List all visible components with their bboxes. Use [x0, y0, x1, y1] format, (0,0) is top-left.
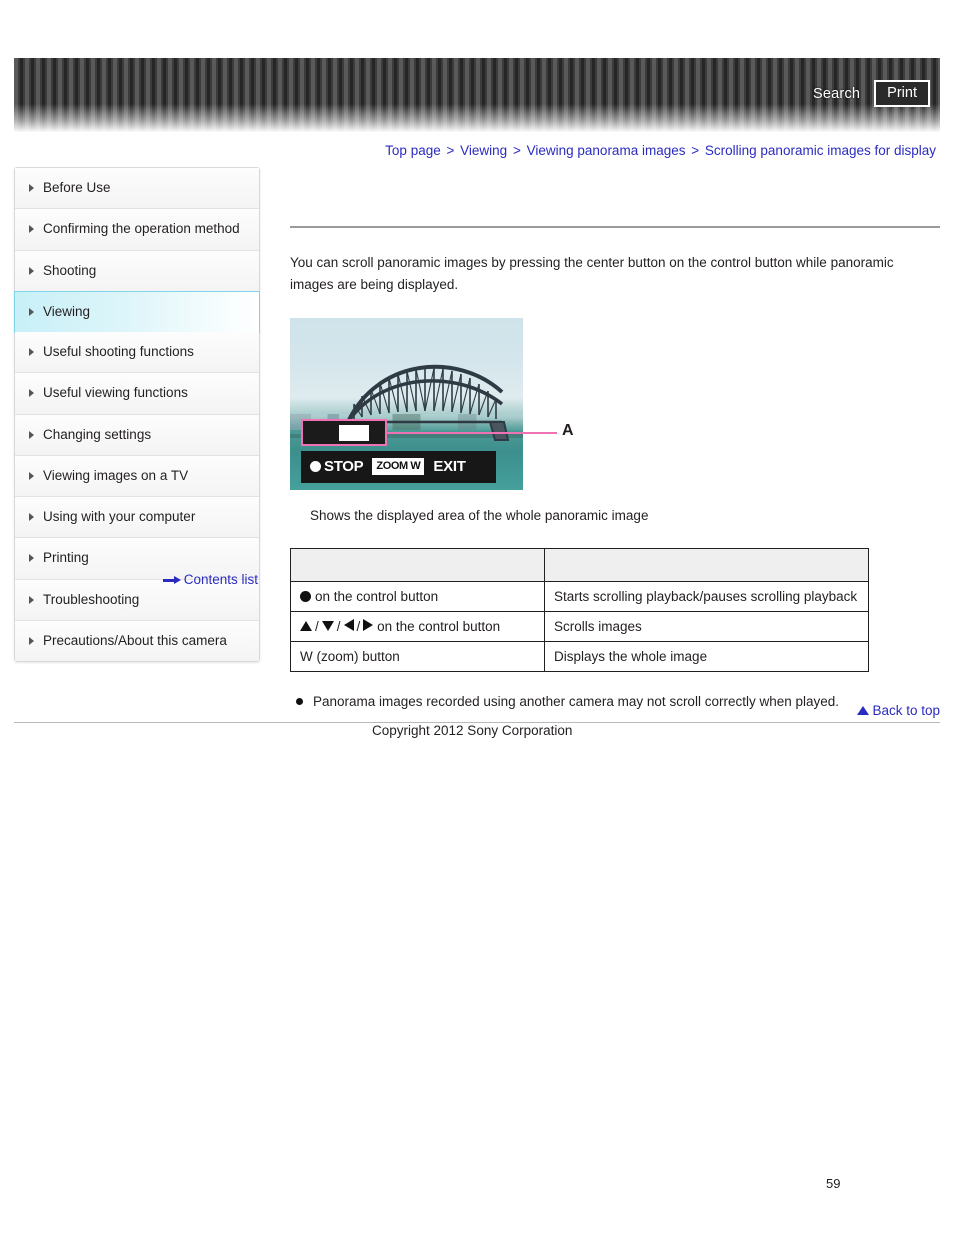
- controls-table: on the control button Starts scrolling p…: [290, 547, 869, 672]
- table-row: on the control button Starts scrolling p…: [290, 580, 869, 612]
- intro-paragraph: You can scroll panoramic images by press…: [290, 255, 894, 292]
- sidebar-item-before-use[interactable]: Before Use: [15, 168, 259, 210]
- osd-stop-control[interactable]: STOP: [310, 458, 364, 476]
- back-to-top-link[interactable]: Back to top: [857, 703, 940, 718]
- sidebar-item-label: Printing: [43, 550, 89, 566]
- arrow-right-icon: [162, 576, 181, 584]
- chevron-right-icon: [29, 471, 34, 480]
- contents-list-label: Contents list: [183, 572, 258, 587]
- figure-caption: Shows the displayed area of the whole pa…: [310, 507, 649, 523]
- chevron-right-icon: [29, 307, 34, 316]
- sidebar-item-label: Useful shooting functions: [43, 344, 194, 359]
- sidebar-item-viewing[interactable]: Viewing: [14, 290, 260, 333]
- contents-list-link-wrap: Contents list: [0, 572, 258, 587]
- chevron-right-icon: [29, 554, 34, 563]
- table-row: W (zoom) button Displays the whole image: [290, 640, 869, 672]
- breadcrumb-separator: >: [446, 143, 455, 158]
- chevron-right-icon: [29, 225, 34, 234]
- sidebar-item-changing-settings[interactable]: Changing settings: [15, 414, 259, 456]
- sidebar-item-label: Shooting: [43, 262, 97, 278]
- breadcrumb: Top page > Viewing > Viewing panorama im…: [385, 143, 936, 158]
- table-separator: /: [315, 618, 319, 634]
- back-to-top-wrap: Back to top: [290, 703, 940, 718]
- sidebar-item-useful-shooting-functions[interactable]: Useful shooting functions: [15, 332, 259, 374]
- figure-panoramic-scroll: STOP ZOOM W EXIT A: [290, 317, 630, 496]
- table-separator: /: [336, 618, 341, 634]
- sidebar-item-using-with-your-computer[interactable]: Using with your computer: [15, 497, 259, 539]
- on-screen-control-bar: STOP ZOOM W EXIT: [301, 450, 496, 483]
- photo-bridge: STOP ZOOM W EXIT: [290, 317, 523, 490]
- chevron-right-icon: [29, 348, 34, 357]
- callout-leader-line: [387, 431, 557, 434]
- table-cell-operation-label: on the control button: [377, 618, 501, 634]
- sidebar-item-confirming-the-operation-method[interactable]: Confirming the operation method: [15, 209, 259, 251]
- sidebar-item-label: Useful viewing functions: [43, 385, 188, 401]
- callout-label-a: A: [562, 421, 574, 439]
- table-cell-operation: / / / on the control button: [290, 610, 545, 642]
- table-cell-result: Displays the whole image: [544, 640, 869, 672]
- chevron-right-icon: [29, 513, 34, 522]
- table-separator: /: [356, 618, 361, 634]
- table-header-result: [544, 547, 869, 582]
- back-to-top-label: Back to top: [872, 703, 940, 718]
- sidebar-navigation: Before Use Confirming the operation meth…: [14, 167, 260, 662]
- arrow-right-icon: [363, 618, 374, 631]
- print-button[interactable]: Print: [874, 80, 930, 108]
- table-cell-operation-label: on the control button: [315, 588, 439, 604]
- sidebar-item-useful-viewing-functions[interactable]: Useful viewing functions: [15, 373, 259, 415]
- page-number: 59: [826, 1176, 841, 1191]
- chevron-right-icon: [29, 595, 34, 604]
- sidebar-item-label: Viewing images on a TV: [43, 467, 189, 483]
- chevron-right-icon: [29, 266, 34, 275]
- circle-button-icon: [310, 461, 321, 473]
- breadcrumb-item-viewing-panorama-images[interactable]: Viewing panorama images: [527, 143, 686, 158]
- breadcrumb-item-top-page[interactable]: Top page: [385, 143, 441, 158]
- sidebar-item-label: Confirming the operation method: [43, 221, 240, 237]
- table-cell-result: Scrolls images: [544, 610, 869, 642]
- copyright-text: Copyright 2012 Sony Corporation: [372, 723, 573, 738]
- table-header-operation: [290, 547, 545, 582]
- breadcrumb-item-current-page[interactable]: Scrolling panoramic images for display: [705, 143, 936, 158]
- header-actions: Search Print: [813, 80, 930, 108]
- arrow-up-icon: [857, 706, 870, 715]
- osd-exit-label[interactable]: EXIT: [433, 458, 465, 475]
- main-content: You can scroll panoramic images by press…: [290, 167, 940, 712]
- osd-zoom-w-button[interactable]: ZOOM W: [372, 458, 425, 476]
- search-label[interactable]: Search: [813, 86, 860, 102]
- chevron-right-icon: [29, 184, 34, 193]
- contents-list-link[interactable]: Contents list: [162, 572, 258, 587]
- arrow-left-icon: [343, 618, 354, 631]
- chevron-right-icon: [29, 389, 34, 398]
- table-cell-operation: W (zoom) button: [290, 640, 545, 672]
- table-cell-result: Starts scrolling playback/pauses scrolli…: [544, 580, 869, 612]
- breadcrumb-separator: >: [691, 143, 700, 158]
- sidebar-item-label: Changing settings: [43, 426, 152, 442]
- sidebar-item-shooting[interactable]: Shooting: [15, 250, 259, 292]
- header-banner: Search Print: [14, 58, 940, 132]
- panorama-position-indicator: [301, 418, 387, 446]
- table-header-row: [290, 547, 869, 582]
- arrow-up-icon: [300, 620, 312, 631]
- osd-stop-label: STOP: [324, 458, 364, 476]
- sidebar-item-label: Troubleshooting: [43, 591, 140, 607]
- sidebar-item-label: Viewing: [43, 303, 91, 319]
- table-row: / / / on the control button Scrolls images: [290, 610, 869, 642]
- table-cell-operation: on the control button: [290, 580, 545, 612]
- panorama-viewport-marker: [339, 424, 369, 441]
- sidebar-item-viewing-images-on-a-tv[interactable]: Viewing images on a TV: [15, 455, 259, 497]
- breadcrumb-separator: >: [512, 143, 521, 158]
- chevron-right-icon: [29, 430, 34, 439]
- sidebar-item-precautions-about-this-camera[interactable]: Precautions/About this camera: [15, 620, 259, 661]
- sidebar-item-label: Using with your computer: [43, 509, 196, 524]
- breadcrumb-item-viewing[interactable]: Viewing: [460, 143, 507, 158]
- content-divider: [290, 226, 940, 228]
- chevron-right-icon: [29, 636, 34, 645]
- sidebar-item-label: Precautions/About this camera: [43, 632, 227, 648]
- circle-button-icon: [300, 590, 311, 602]
- sidebar-item-label: Before Use: [43, 180, 111, 195]
- arrow-down-icon: [321, 620, 334, 631]
